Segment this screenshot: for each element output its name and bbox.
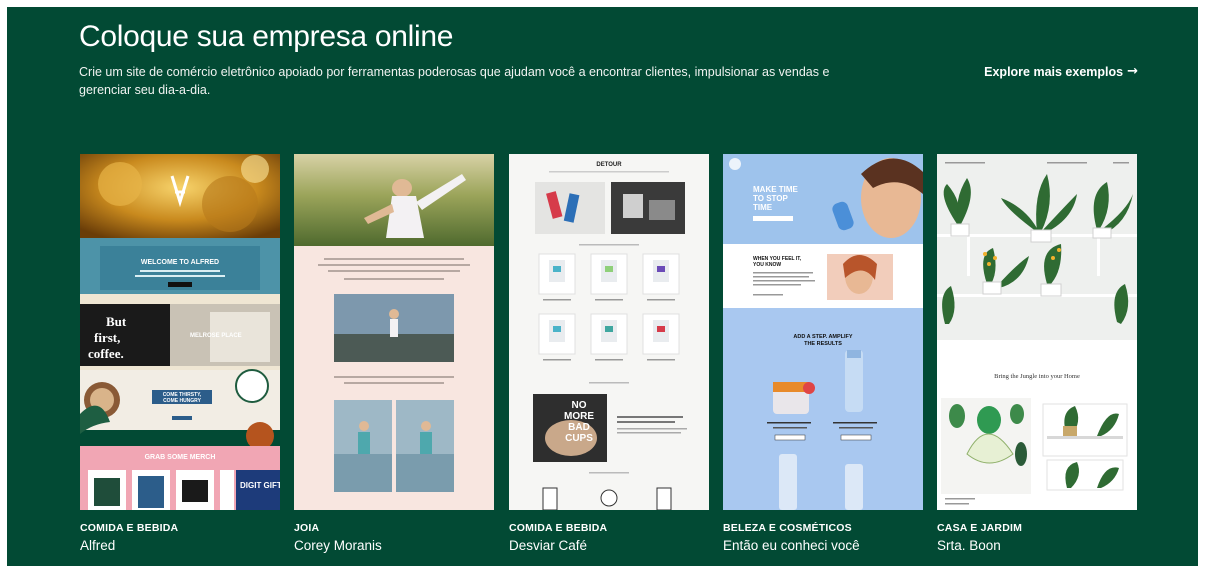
- arrow-right-icon: →: [1127, 64, 1138, 79]
- thumb-text: TO STOP: [753, 194, 788, 203]
- store-screenshot: [294, 154, 494, 510]
- example-card-corey-moranis[interactable]: JOIA Corey Moranis: [294, 154, 494, 553]
- page-subtitle: Crie um site de comércio eletrônico apoi…: [79, 65, 830, 97]
- card-store-name: Srta. Boon: [937, 538, 1001, 553]
- example-card-desviar-cafe[interactable]: DETOUR NO MORE BAD CUPS COMIDA E BEBIDA …: [509, 154, 709, 553]
- example-card-entao-eu-conheci-voce[interactable]: MAKE TIME TO STOP TIME WHEN YOU FEEL IT,…: [723, 154, 923, 553]
- thumb-text: first,: [94, 330, 120, 345]
- example-card-srta-boon[interactable]: Bring the Jungle into your Home CASA E J…: [937, 154, 1137, 553]
- example-card-alfred[interactable]: WELCOME TO ALFRED But first, coffee. MEL…: [80, 154, 280, 553]
- thumb-text: coffee.: [88, 346, 124, 361]
- card-store-name: Corey Moranis: [294, 538, 382, 553]
- thumb-text: DIGIT GIFTC: [240, 481, 280, 490]
- store-screenshot: Bring the Jungle into your Home: [937, 154, 1137, 510]
- thumb-text: COME HUNGRY: [163, 398, 202, 404]
- store-screenshot: DETOUR NO MORE BAD CUPS: [509, 154, 709, 510]
- thumb-text: CUPS: [565, 433, 593, 444]
- card-category: BELEZA E COSMÉTICOS: [723, 522, 852, 534]
- card-category: COMIDA E BEBIDA: [80, 522, 179, 534]
- thumb-text: MELROSE PLACE: [190, 333, 242, 339]
- card-store-name: Então eu conheci você: [723, 538, 860, 553]
- example-cards: WELCOME TO ALFRED But first, coffee. MEL…: [80, 154, 1140, 564]
- store-screenshot: MAKE TIME TO STOP TIME WHEN YOU FEEL IT,…: [723, 154, 923, 510]
- card-category: CASA E JARDIM: [937, 522, 1023, 534]
- card-category: COMIDA E BEBIDA: [509, 522, 608, 534]
- store-screenshot: WELCOME TO ALFRED But first, coffee. MEL…: [80, 154, 280, 510]
- thumb-text: MAKE TIME: [753, 185, 799, 194]
- thumb-text: But: [106, 314, 127, 329]
- hero-section: Coloque sua empresa online Crie um site …: [7, 7, 1198, 566]
- explore-more-label: Explore mais exemplos: [984, 64, 1124, 79]
- card-store-name: Alfred: [80, 538, 116, 553]
- explore-more-link[interactable]: Explore mais exemplos →: [984, 64, 1138, 79]
- thumb-text: ADD A STEP. AMPLIFY: [793, 334, 853, 340]
- thumb-text: Bring the Jungle into your Home: [994, 373, 1080, 380]
- thumb-text: GRAB SOME MERCH: [145, 454, 216, 461]
- thumb-text: WELCOME TO ALFRED: [141, 259, 219, 266]
- thumb-text: MORE: [564, 411, 594, 422]
- page-title: Coloque sua empresa online: [79, 20, 454, 53]
- thumb-text: BAD: [568, 422, 590, 433]
- thumb-text: NO: [572, 400, 587, 411]
- thumb-text: THE RESULTS: [804, 341, 842, 347]
- thumb-text: DETOUR: [596, 162, 622, 168]
- thumb-text: YOU KNOW: [753, 262, 781, 268]
- card-store-name: Desviar Café: [509, 538, 588, 553]
- card-category: JOIA: [294, 522, 320, 534]
- thumb-text: TIME: [753, 203, 773, 212]
